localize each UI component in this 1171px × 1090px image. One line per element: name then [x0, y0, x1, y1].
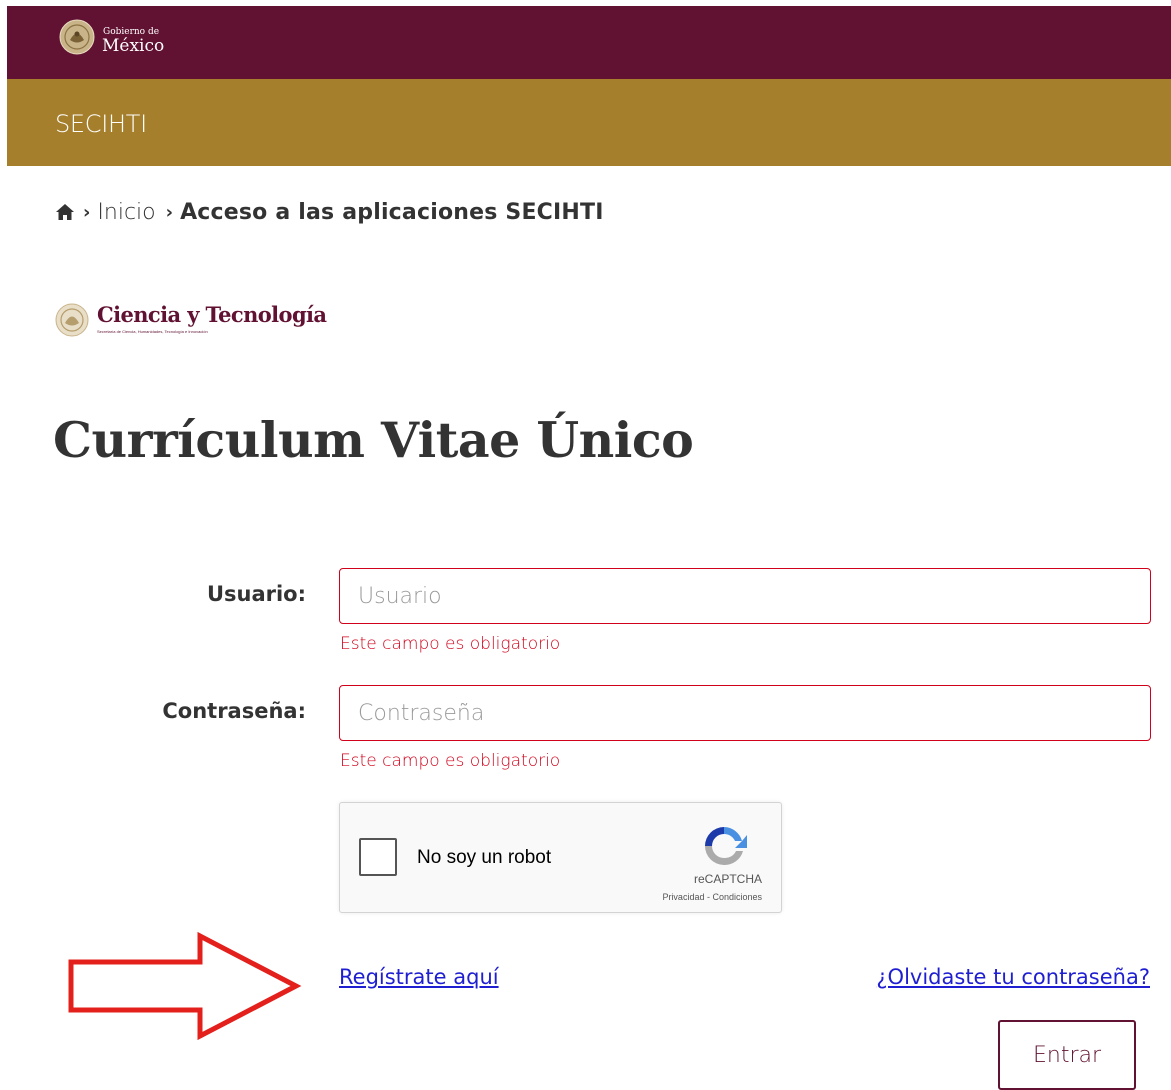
secondary-navbar: SECIHTI: [7, 79, 1171, 166]
recaptcha-brand: reCAPTCHA: [693, 872, 762, 886]
usuario-input[interactable]: [339, 568, 1151, 624]
password-label: Contraseña:: [162, 699, 306, 723]
red-arrow-annotation-icon: [68, 931, 302, 1041]
mexico-seal-icon: [55, 303, 89, 337]
logo-subtitle: Secretaría de Ciencia, Humanidades, Tecn…: [97, 329, 208, 334]
home-icon[interactable]: [55, 202, 75, 222]
forgot-password-link[interactable]: ¿Olvidaste tu contraseña?: [876, 965, 1150, 989]
usuario-label: Usuario:: [206, 582, 306, 606]
breadcrumb-inicio-link[interactable]: Inicio: [97, 200, 155, 225]
gov-logo-big-text: México: [102, 36, 165, 56]
top-navbar: Gobierno de México: [7, 6, 1171, 79]
recaptcha-checkbox[interactable]: [359, 838, 397, 876]
recaptcha-widget: No soy un robot reCAPTCHA Privacidad - C…: [339, 802, 782, 913]
password-error: Este campo es obligatorio: [340, 751, 561, 771]
mexico-seal-icon: [59, 19, 95, 55]
usuario-error: Este campo es obligatorio: [340, 634, 561, 654]
chevron-right-icon: ›: [83, 201, 91, 223]
recaptcha-icon: [705, 827, 747, 866]
breadcrumb: › Inicio › Acceso a las aplicaciones SEC…: [55, 198, 604, 226]
logo-title: Ciencia y Tecnología: [97, 302, 327, 327]
page-title: Currículum Vitae Único: [53, 411, 694, 469]
recaptcha-label: No soy un robot: [417, 847, 552, 868]
entrar-button[interactable]: Entrar: [998, 1020, 1136, 1090]
register-link[interactable]: Regístrate aquí: [339, 965, 499, 989]
agency-title[interactable]: SECIHTI: [55, 110, 147, 138]
ciencia-tecnologia-logo: Ciencia y Tecnología Secretaría de Cienc…: [55, 300, 355, 340]
chevron-right-icon: ›: [165, 201, 174, 223]
gobierno-de-mexico-logo[interactable]: Gobierno de México: [59, 19, 199, 59]
password-input[interactable]: [339, 685, 1151, 741]
recaptcha-privacy-links[interactable]: Privacidad - Condiciones: [662, 892, 762, 902]
breadcrumb-current: Acceso a las aplicaciones SECIHTI: [180, 199, 604, 225]
